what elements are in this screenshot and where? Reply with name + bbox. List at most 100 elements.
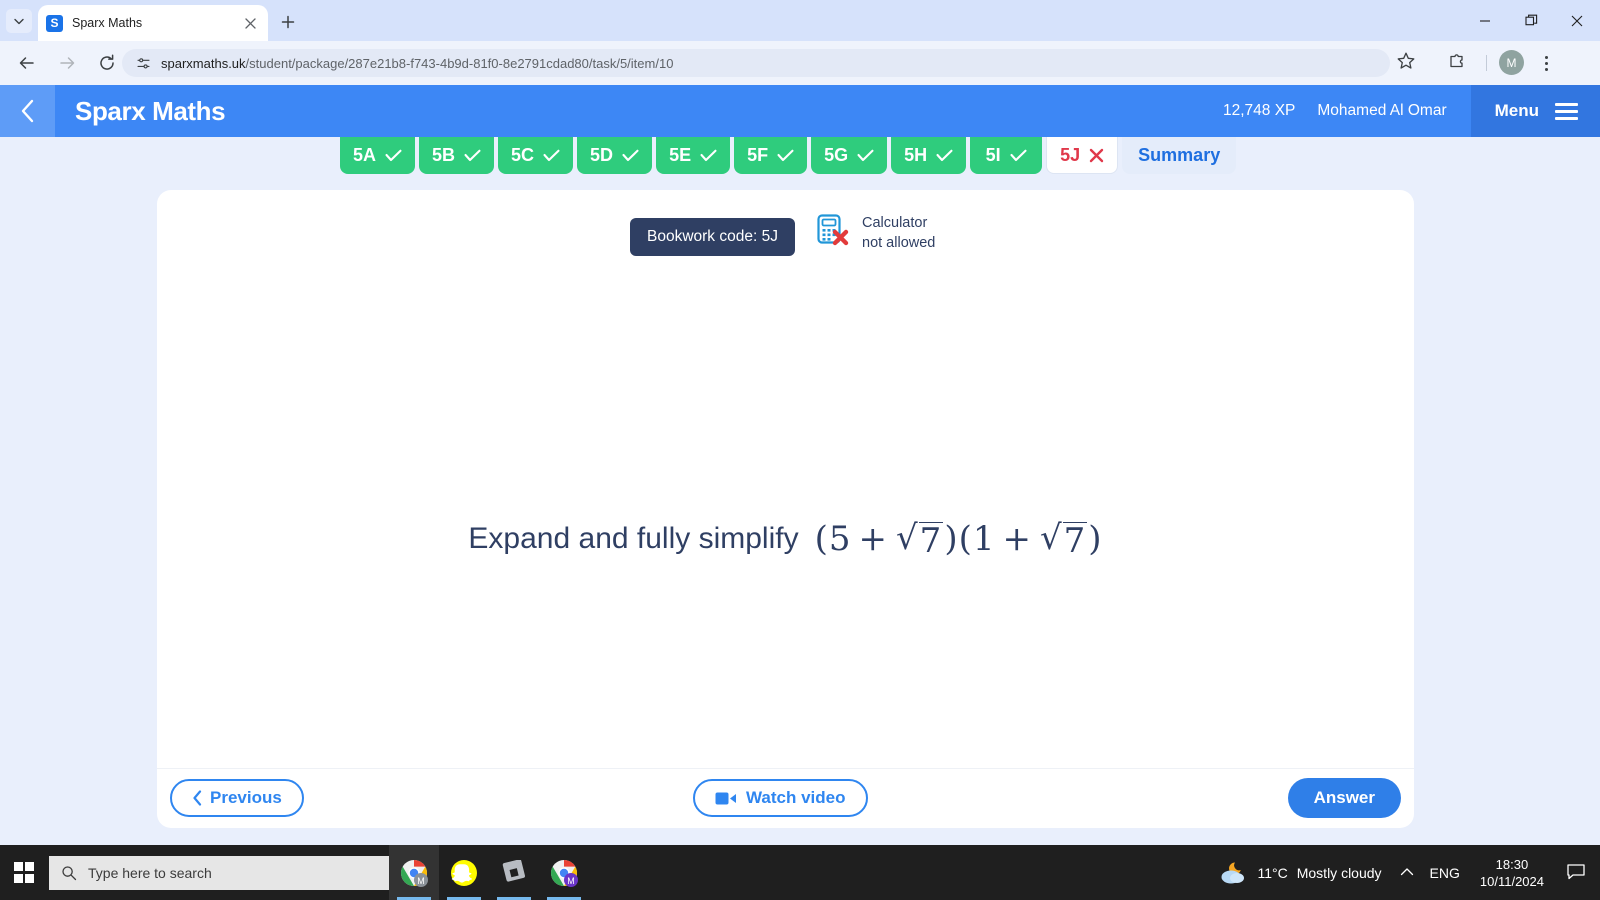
system-tray: 11°C Mostly cloudy ENG 18:30 10/11/2024 <box>1218 845 1600 900</box>
calculator-note-text: Calculator not allowed <box>862 213 935 253</box>
forward-navigation-icon[interactable] <box>50 46 84 80</box>
taskbar-app-roblox[interactable] <box>489 845 539 900</box>
check-icon <box>1010 149 1027 162</box>
start-button[interactable] <box>0 845 48 900</box>
minimize-icon[interactable] <box>1462 0 1508 41</box>
check-icon <box>385 149 402 162</box>
profile-avatar[interactable]: M <box>1499 50 1524 75</box>
question-tab-label: 5A <box>353 145 377 165</box>
window-controls <box>1462 0 1600 41</box>
xp-counter: 12,748 XP <box>1222 102 1296 119</box>
taskbar-weather-widget[interactable]: 11°C Mostly cloudy <box>1218 860 1382 886</box>
question-tab-summary[interactable]: Summary <box>1122 137 1237 174</box>
question-tab-5b[interactable]: 5B <box>419 137 495 174</box>
clock-date: 10/11/2024 <box>1479 873 1544 889</box>
extensions-puzzle-icon[interactable] <box>1447 51 1471 75</box>
question-tab-5h[interactable]: 5H <box>891 137 967 174</box>
term-1: 5 <box>828 519 852 559</box>
weather-condition: Mostly cloudy <box>1296 864 1382 881</box>
question-tab-5e[interactable]: 5E <box>656 137 731 174</box>
plus-1: + <box>858 519 888 559</box>
paren-close-1: ) <box>944 519 959 559</box>
bookmark-star-icon[interactable] <box>1396 51 1420 75</box>
menu-label: Menu <box>1494 101 1539 120</box>
notification-center-icon[interactable] <box>1566 862 1588 884</box>
plus-2: + <box>1002 519 1032 559</box>
question-tab-5i[interactable]: 5I <box>970 137 1043 174</box>
app-menu-button[interactable]: Menu <box>1470 85 1600 137</box>
question-tab-label: 5G <box>824 145 849 165</box>
question-tab-5f[interactable]: 5F <box>734 137 808 174</box>
close-tab-icon[interactable] <box>240 13 260 33</box>
chevron-left-icon <box>193 790 202 806</box>
question-tab-label: 5I <box>985 145 1001 165</box>
question-tab-label: 5F <box>747 145 769 165</box>
language-indicator[interactable]: ENG <box>1430 865 1460 881</box>
watch-video-label: Watch video <box>746 788 846 807</box>
site-settings-icon[interactable] <box>136 56 151 71</box>
reload-icon[interactable] <box>90 46 124 80</box>
radicand-2: 7 <box>1062 520 1088 561</box>
radical-sign-1: √ <box>896 517 919 558</box>
question-tab-5a[interactable]: 5A <box>340 137 416 174</box>
previous-label: Previous <box>210 788 282 807</box>
check-icon <box>622 149 639 162</box>
windows-logo-icon <box>13 862 35 883</box>
web-page: Sparx Maths 12,748 XP Mohamed Al Omar Me… <box>0 85 1600 845</box>
check-icon <box>777 149 794 162</box>
windows-taskbar: Type here to search M M 11°C Mostly clou… <box>0 845 1600 900</box>
browser-tab-strip: S Sparx Maths <box>0 0 1600 41</box>
browser-tab[interactable]: S Sparx Maths <box>38 5 268 41</box>
question-tabs: 5A 5B 5C 5D 5E 5F 5G 5H 5I 5J Summary <box>0 137 1600 174</box>
calculator-note-line1: Calculator <box>862 214 928 231</box>
question-tab-5c[interactable]: 5C <box>498 137 574 174</box>
taskbar-app-chrome-2[interactable]: M <box>539 845 589 900</box>
chrome-menu-icon[interactable] <box>1534 51 1558 75</box>
question-tab-label: 5H <box>904 145 928 165</box>
question-card-header: Bookwork code: 5J Calculator not allowed <box>157 190 1414 310</box>
cross-icon <box>1089 148 1104 162</box>
paren-close-2: ) <box>1088 519 1103 559</box>
question-card-footer: Previous Watch video Answer <box>157 768 1414 828</box>
address-bar[interactable]: sparxmaths.uk/student/package/287e21b8-f… <box>122 49 1390 77</box>
snapchat-icon <box>451 859 477 886</box>
question-tab-5g[interactable]: 5G <box>811 137 888 174</box>
tab-search-dropdown-button[interactable] <box>6 9 32 33</box>
browser-toolbar: sparxmaths.uk/student/package/287e21b8-f… <box>0 41 1600 85</box>
taskbar-search-input[interactable]: Type here to search <box>49 855 389 890</box>
question-tab-5d[interactable]: 5D <box>577 137 653 174</box>
answer-button[interactable]: Answer <box>1287 778 1401 818</box>
taskbar-clock[interactable]: 18:30 10/11/2024 <box>1480 856 1544 890</box>
previous-button[interactable]: Previous <box>170 779 304 817</box>
weather-night-cloud-icon <box>1221 862 1245 883</box>
browser-tab-title: Sparx Maths <box>72 16 143 30</box>
back-navigation-icon[interactable] <box>10 46 44 80</box>
restore-icon[interactable] <box>1508 0 1554 41</box>
chrome-icon: M <box>401 859 428 887</box>
close-window-icon[interactable] <box>1554 0 1600 41</box>
calculator-note-line2: not allowed <box>862 234 936 251</box>
svg-text:M: M <box>417 876 425 886</box>
question-tab-label: 5C <box>511 145 535 165</box>
watch-video-button[interactable]: Watch video <box>693 779 868 817</box>
calculator-not-allowed-note: Calculator not allowed <box>814 212 935 253</box>
taskbar-app-snapchat[interactable] <box>439 845 489 900</box>
question-prompt: Expand and fully simplify <box>468 522 799 555</box>
new-tab-button[interactable] <box>276 10 300 34</box>
svg-text:M: M <box>567 876 575 886</box>
question-text: Expand and fully simplify (5 + √ 7)(1 + √ 7) <box>468 519 1102 559</box>
taskbar-app-chrome-1[interactable]: M <box>389 845 439 900</box>
toolbar-divider <box>1486 55 1487 71</box>
tray-expand-chevron-icon[interactable] <box>1400 864 1414 882</box>
search-icon <box>62 865 77 880</box>
screen: S Sparx Maths sparxmaths.uk/student/pack… <box>0 0 1600 900</box>
check-icon <box>464 149 481 162</box>
question-tab-label: 5D <box>590 145 614 165</box>
app-back-button[interactable] <box>0 85 55 137</box>
check-icon <box>700 149 717 162</box>
check-icon <box>857 149 874 162</box>
sqrt-1: √ 7 <box>896 517 944 558</box>
username-label: Mohamed Al Omar <box>1317 102 1447 119</box>
radical-sign-2: √ <box>1039 517 1063 558</box>
question-tab-5j[interactable]: 5J <box>1046 137 1119 174</box>
